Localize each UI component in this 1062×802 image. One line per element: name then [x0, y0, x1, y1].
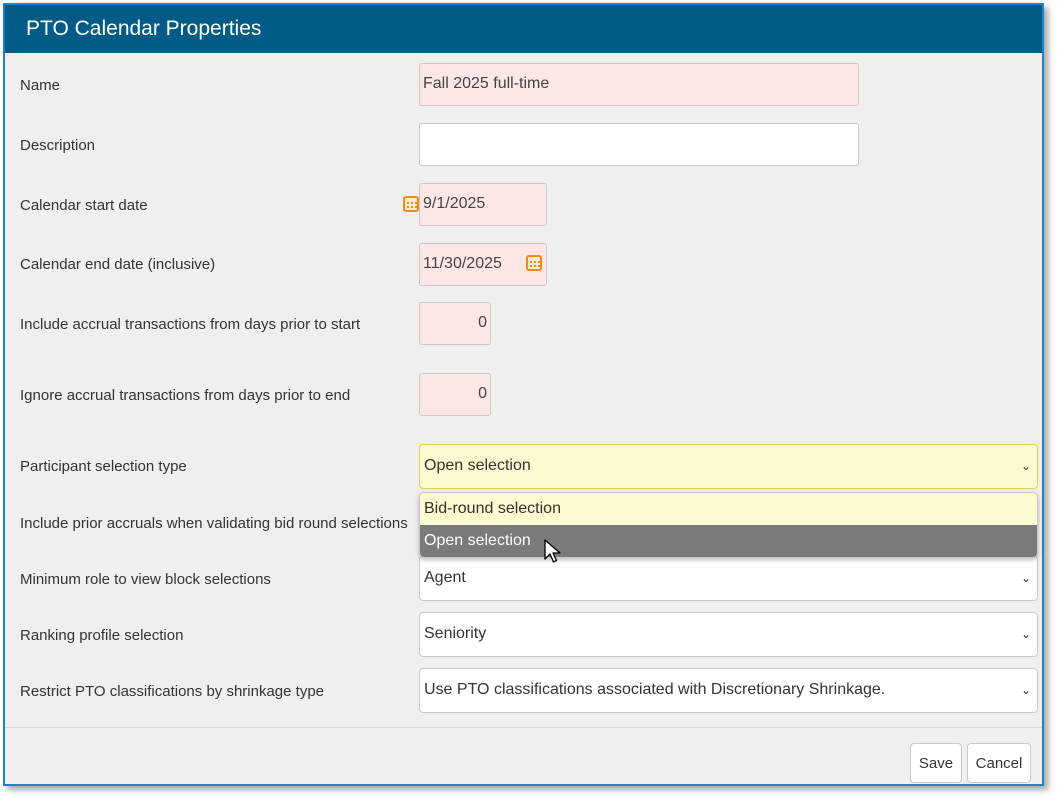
ranking-profile-select[interactable]: Seniority ⌄: [419, 612, 1038, 657]
restrict-pto-select[interactable]: Use PTO classifications associated with …: [419, 668, 1038, 713]
restrict-pto-value: Use PTO classifications associated with …: [424, 681, 886, 698]
start-date-input[interactable]: 9/1/2025: [419, 183, 547, 226]
min-role-select[interactable]: Agent ⌄: [419, 556, 1038, 601]
footer-divider: [5, 727, 1042, 728]
calendar-icon[interactable]: [526, 255, 542, 271]
option-bid-round-selection[interactable]: Bid-round selection: [420, 493, 1037, 525]
min-role-value: Agent: [424, 569, 466, 586]
ranking-profile-label: Ranking profile selection: [20, 627, 184, 644]
save-button[interactable]: Save: [910, 743, 962, 783]
participant-type-select[interactable]: Open selection ⌄: [419, 444, 1038, 489]
ignore-prior-label: Ignore accrual transactions from days pr…: [20, 387, 351, 404]
chevron-down-icon: ⌄: [1020, 627, 1031, 641]
chevron-down-icon: ⌄: [1020, 571, 1031, 585]
name-label: Name: [20, 77, 61, 94]
option-open-selection[interactable]: Open selection: [420, 525, 1037, 557]
mouse-pointer-icon: [544, 539, 561, 563]
ranking-profile-value: Seniority: [424, 625, 487, 642]
participant-type-label: Participant selection type: [20, 458, 187, 475]
calendar-icon[interactable]: [403, 196, 419, 212]
description-label: Description: [20, 137, 96, 154]
description-input[interactable]: [419, 123, 859, 166]
ignore-prior-input[interactable]: 0: [419, 373, 491, 416]
chevron-down-icon: ⌄: [1020, 683, 1031, 697]
chevron-down-icon: ⌄: [1020, 459, 1031, 473]
min-role-label: Minimum role to view block selections: [20, 571, 271, 588]
pto-calendar-properties-dialog: PTO Calendar Properties Name Fall 2025 f…: [3, 3, 1044, 786]
name-input[interactable]: Fall 2025 full-time: [419, 63, 859, 106]
end-date-label: Calendar end date (inclusive): [20, 256, 216, 273]
dialog-title: PTO Calendar Properties: [5, 5, 1042, 53]
include-prior-input[interactable]: 0: [419, 302, 491, 345]
participant-type-value: Open selection: [424, 457, 531, 474]
participant-type-dropdown: Bid-round selection Open selection: [419, 492, 1038, 558]
restrict-pto-label: Restrict PTO classifications by shrinkag…: [20, 683, 325, 700]
start-date-label: Calendar start date: [20, 197, 148, 214]
include-prior-accruals-label: Include prior accruals when validating b…: [20, 515, 408, 532]
cancel-button[interactable]: Cancel: [967, 743, 1031, 783]
include-prior-label: Include accrual transactions from days p…: [20, 316, 361, 333]
